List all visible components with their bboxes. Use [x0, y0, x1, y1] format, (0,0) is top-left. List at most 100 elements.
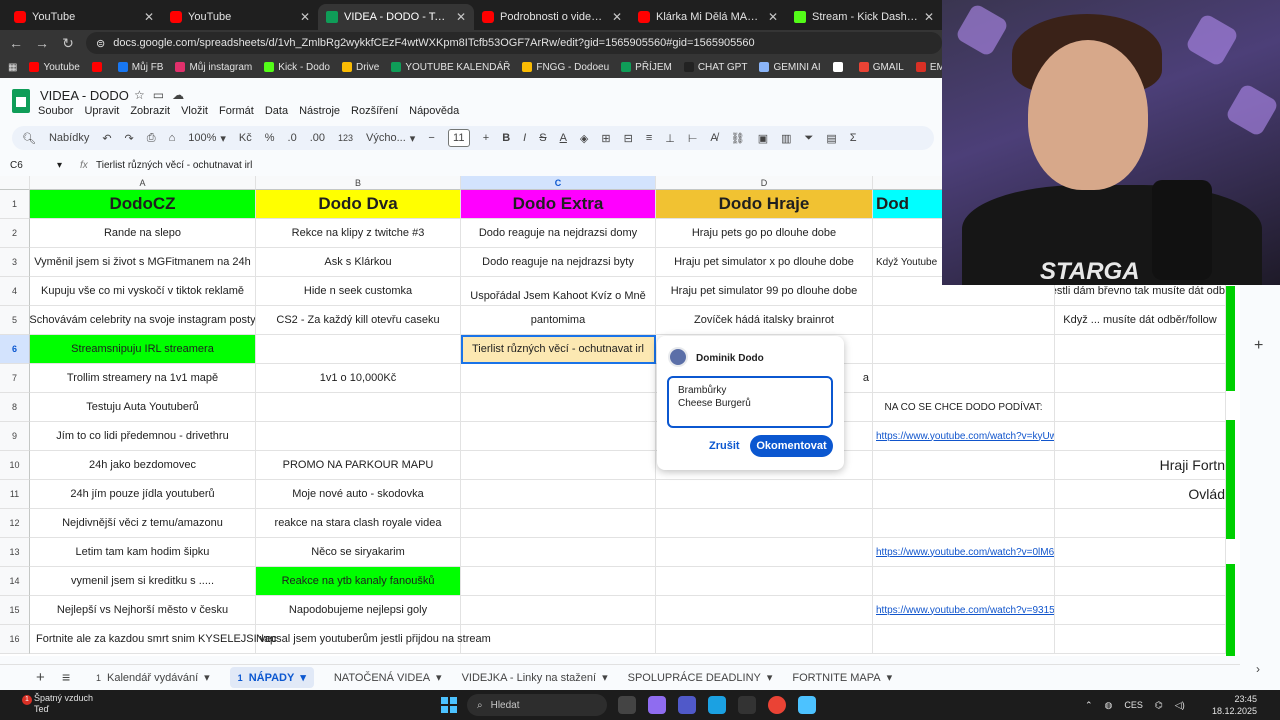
expand-panel-icon[interactable]: ›: [1256, 662, 1260, 676]
menu-item[interactable]: Formát: [219, 105, 254, 117]
decrease-font-icon[interactable]: −: [428, 132, 434, 144]
row-header[interactable]: 4: [0, 277, 30, 306]
header-cell[interactable]: Dodo Extra: [461, 190, 656, 219]
grid-cell[interactable]: [461, 596, 656, 625]
menu-item[interactable]: Vložit: [181, 105, 208, 117]
chevron-down-icon[interactable]: ▾: [767, 671, 773, 684]
header-cell[interactable]: Dodo Hraje: [656, 190, 873, 219]
app-tray-icon[interactable]: ◍: [1105, 700, 1113, 711]
bookmark[interactable]: GEMINI AI: [759, 62, 821, 73]
column-header[interactable]: C: [461, 176, 656, 190]
link-icon[interactable]: ⛓: [731, 132, 745, 145]
grid-cell[interactable]: [1055, 364, 1226, 393]
grid-cell[interactable]: [461, 422, 656, 451]
row-header[interactable]: 7: [0, 364, 30, 393]
grid-cell[interactable]: [873, 306, 1055, 335]
grid-cell[interactable]: [256, 393, 461, 422]
grid-cell[interactable]: [656, 625, 873, 654]
browser-tab[interactable]: YouTube ✕: [6, 4, 162, 30]
grid-cell[interactable]: [656, 567, 873, 596]
header-cell[interactable]: Dodo Dva: [256, 190, 461, 219]
paint-format-icon[interactable]: ⌂: [169, 132, 176, 144]
apps-icon[interactable]: ▦: [8, 62, 17, 73]
comment-icon[interactable]: ▣: [758, 132, 768, 145]
menu-item[interactable]: Nápověda: [409, 105, 459, 117]
grid-cell[interactable]: [461, 451, 656, 480]
font-size-input[interactable]: 11: [447, 129, 470, 147]
name-box[interactable]: C6 ▾: [0, 160, 68, 171]
menu-item[interactable]: Zobrazit: [130, 105, 170, 117]
grid-cell[interactable]: Rekce na klipy z twitche #3: [256, 219, 461, 248]
grid-cell[interactable]: [873, 567, 1055, 596]
grid-cell[interactable]: Hraju pet simulator 99 po dlouhe dobe: [656, 277, 873, 306]
grid-cell[interactable]: pantomima: [461, 306, 656, 335]
grid-cell[interactable]: Letim tam kam hodim šipku: [30, 538, 256, 567]
browser-tab[interactable]: YouTube ✕: [162, 4, 318, 30]
grid-cell[interactable]: Streamsnipuju IRL streamera: [30, 335, 256, 364]
reload-icon[interactable]: ↻: [60, 35, 76, 52]
bookmark[interactable]: GMAIL: [858, 62, 904, 73]
row-header[interactable]: 10: [0, 451, 30, 480]
grid-cell[interactable]: Dodo reaguje na nejdrazsi domy: [461, 219, 656, 248]
add-addon-icon[interactable]: +: [1254, 337, 1263, 355]
grid-cell[interactable]: [461, 567, 656, 596]
strikethrough-icon[interactable]: S: [539, 132, 546, 144]
row-header[interactable]: 1: [0, 190, 30, 219]
decrease-decimal-button[interactable]: .0: [288, 132, 297, 144]
font-select[interactable]: Výcho... ▾: [366, 132, 415, 145]
row-header[interactable]: 6: [0, 335, 30, 364]
bookmark[interactable]: EMAIL: [915, 62, 942, 73]
grid-cell[interactable]: https://www.youtube.com/watch?v=0lM6OALJ…: [873, 538, 1055, 567]
edge-icon[interactable]: [708, 696, 726, 714]
grid-cell[interactable]: https://www.youtube.com/watch?v=9315XW9f…: [873, 596, 1055, 625]
add-sheet-icon[interactable]: +: [36, 669, 45, 686]
bookmark[interactable]: YOUTUBE KALENDÁŘ: [391, 62, 510, 73]
grid-cell[interactable]: [461, 480, 656, 509]
bookmark[interactable]: [832, 62, 847, 72]
grid-cell[interactable]: NA CO SE CHCE DODO PODÍVAT:: [873, 393, 1055, 422]
grid-cell[interactable]: Hraju pets go po dlouhe dobe: [656, 219, 873, 248]
grid-cell[interactable]: [256, 422, 461, 451]
grid-cell[interactable]: vymenil jsem si kreditku s .....: [30, 567, 256, 596]
cancel-button[interactable]: Zrušit: [709, 440, 740, 452]
grid-cell[interactable]: reakce na stara clash royale videa: [256, 509, 461, 538]
zoom-select[interactable]: 100% ▾: [188, 132, 226, 145]
menu-item[interactable]: Soubor: [38, 105, 73, 117]
bookmark[interactable]: Můj FB: [117, 62, 163, 73]
grid-cell[interactable]: Vyměnil jsem si život s MGFitmanem na 24…: [30, 248, 256, 277]
move-folder-icon[interactable]: ▭: [153, 88, 164, 102]
close-icon[interactable]: ✕: [924, 10, 934, 24]
row-header[interactable]: 16: [0, 625, 30, 654]
grid-cell[interactable]: Dodo reaguje na nejdrazsi byty: [461, 248, 656, 277]
all-sheets-icon[interactable]: ≡: [62, 669, 70, 685]
grid-cell[interactable]: [1055, 596, 1226, 625]
grid-cell[interactable]: Kupuju vše co mi vyskočí v tiktok reklam…: [30, 277, 256, 306]
grid-cell[interactable]: Uspořádal Jsem Kahoot Kvíz o Mně: [461, 277, 656, 306]
formula-input[interactable]: Tierlist různých věcí - ochutnavat irl: [96, 160, 252, 171]
sheet-tab[interactable]: NATOČENÁ VIDEA ▾: [334, 671, 442, 685]
grid-cell[interactable]: [1055, 393, 1226, 422]
browser-tab[interactable]: Stream - Kick Dashboard ✕: [786, 4, 942, 30]
close-icon[interactable]: ✕: [300, 10, 310, 24]
weather-widget[interactable]: 1 Špatný vzduch Teď: [22, 693, 93, 715]
grid-cell[interactable]: [873, 625, 1055, 654]
windows-start-icon[interactable]: [441, 697, 457, 713]
forward-icon[interactable]: →: [34, 35, 50, 51]
chevron-down-icon[interactable]: ▾: [887, 671, 893, 684]
grid-cell[interactable]: [873, 364, 1055, 393]
row-header[interactable]: 15: [0, 596, 30, 625]
row-header[interactable]: 9: [0, 422, 30, 451]
volume-icon[interactable]: ◁): [1175, 700, 1185, 711]
grid-cell[interactable]: Tierlist různých věcí - ochutnavat irl: [461, 335, 656, 364]
url-field[interactable]: ⊜ docs.google.com/spreadsheets/d/1vh_Zml…: [86, 32, 942, 54]
sheets-logo-icon[interactable]: [12, 89, 30, 113]
grid-cell[interactable]: [461, 538, 656, 567]
close-icon[interactable]: ✕: [768, 10, 778, 24]
search-menus-icon[interactable]: 🔍︎: [22, 132, 36, 145]
network-icon[interactable]: ⌬: [1155, 700, 1163, 711]
text-wrap-icon[interactable]: ⊢: [688, 132, 698, 145]
document-title[interactable]: VIDEA - DODO: [40, 88, 129, 103]
sheet-tab[interactable]: SPOLUPRÁCE DEADLINY ▾: [628, 671, 773, 685]
increase-font-icon[interactable]: +: [483, 132, 489, 144]
grid-cell[interactable]: Rande na slepo: [30, 219, 256, 248]
